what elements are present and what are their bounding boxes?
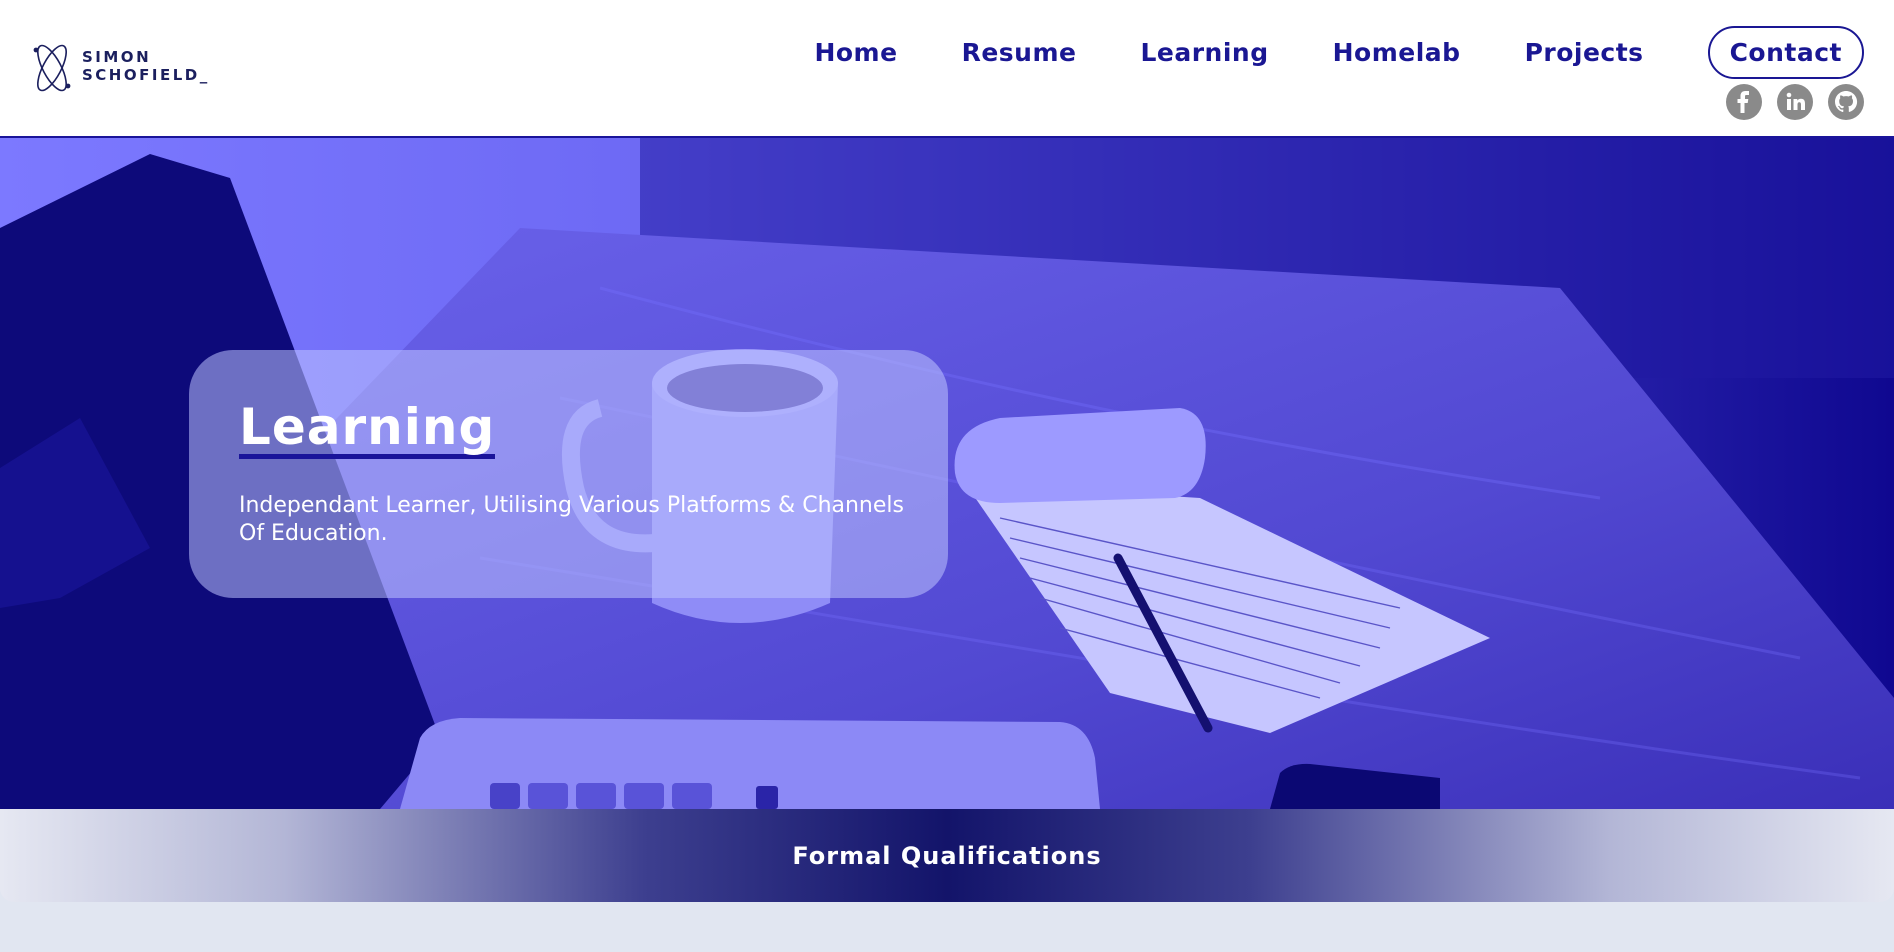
nav-home[interactable]: Home	[814, 38, 897, 67]
linkedin-icon[interactable]	[1777, 84, 1813, 120]
main-nav: Home Resume Learning Homelab Projects Co…	[750, 25, 1864, 79]
logo-line-1: Simon	[82, 48, 152, 66]
logo-line-2: Schofield_	[82, 66, 210, 84]
atom-logo-icon	[33, 44, 71, 92]
facebook-icon[interactable]	[1726, 84, 1762, 120]
page-subtitle: Independant Learner, Utilising Various P…	[239, 493, 904, 546]
hero-card: Learning Independant Learner, Utilising …	[189, 350, 948, 598]
site-logo[interactable]: Simon Schofield_	[30, 38, 240, 98]
hero-banner: Learning Independant Learner, Utilising …	[0, 138, 1894, 809]
social-links	[1711, 84, 1864, 120]
nav-homelab[interactable]: Homelab	[1333, 38, 1461, 67]
contact-button[interactable]: Contact	[1707, 25, 1864, 79]
nav-projects[interactable]: Projects	[1525, 38, 1644, 67]
section-title: Formal Qualifications	[792, 841, 1102, 870]
site-header: Simon Schofield_ Home Resume Learning Ho…	[0, 0, 1894, 138]
logo-text: Simon Schofield_	[82, 48, 210, 84]
section-header-band: Formal Qualifications	[0, 809, 1894, 902]
nav-resume[interactable]: Resume	[962, 38, 1077, 67]
github-icon[interactable]	[1828, 84, 1864, 120]
nav-learning[interactable]: Learning	[1140, 38, 1268, 67]
page-title: Learning	[239, 400, 496, 459]
